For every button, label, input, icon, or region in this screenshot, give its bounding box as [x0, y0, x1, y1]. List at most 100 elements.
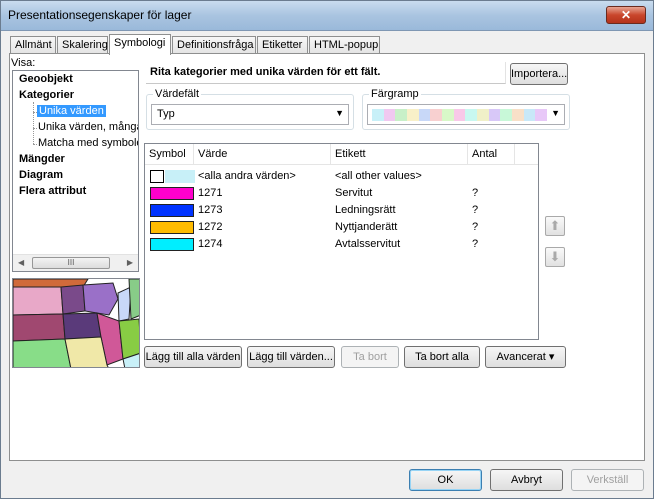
move-up-button[interactable]: ⬆	[545, 216, 565, 236]
symbol-swatch[interactable]	[150, 187, 194, 200]
remove-button[interactable]: Ta bort	[341, 346, 399, 368]
value-field-label: Värdefält	[153, 88, 202, 100]
cell-etikett: Servitut	[335, 187, 373, 199]
cell-varde: <alla andra värden>	[198, 170, 296, 182]
cell-varde: 1272	[198, 221, 223, 233]
table-row[interactable]: 1273 Ledningsrätt ?	[145, 203, 538, 220]
tab-definitionsfraga[interactable]: Definitionsfråga	[172, 36, 256, 54]
value-field-group: Värdefält Typ ▼	[146, 88, 354, 130]
remove-all-button[interactable]: Ta bort alla	[404, 346, 480, 368]
color-ramp-stop	[465, 109, 478, 121]
cell-etikett: Avtalsservitut	[335, 238, 401, 250]
color-ramp-stop	[500, 109, 513, 121]
color-ramp-group: Färgramp ▼	[362, 88, 570, 130]
column-header-varde[interactable]: Värde	[194, 144, 331, 165]
symbol-swatch[interactable]	[165, 170, 195, 183]
color-ramp-stop	[430, 109, 443, 121]
tree-connector	[33, 102, 34, 144]
cell-etikett: Ledningsrätt	[335, 204, 396, 216]
tree-item-geoobjekt[interactable]: Geoobjekt	[19, 73, 73, 85]
color-ramp-stop	[442, 109, 454, 121]
cell-antal: ?	[472, 238, 479, 250]
cell-etikett: <all other values>	[335, 170, 422, 182]
color-ramp-stop	[477, 109, 489, 121]
renderer-description: Rita kategorier med unika värden för ett…	[146, 62, 506, 84]
tree-item-mangder[interactable]: Mängder	[19, 153, 65, 165]
advanced-button[interactable]: Avancerat ▾	[485, 346, 566, 368]
values-table: Symbol Värde Etikett Antal <alla andra v…	[144, 143, 539, 340]
tree-item-diagram[interactable]: Diagram	[19, 169, 63, 181]
tree-connector	[33, 128, 37, 129]
color-ramp-swatch	[372, 109, 548, 121]
table-row[interactable]: 1274 Avtalsservitut ?	[145, 237, 538, 254]
column-header-etikett[interactable]: Etikett	[331, 144, 468, 165]
dropdown-arrow-icon: ▾	[548, 351, 555, 363]
color-ramp-select[interactable]: ▼	[367, 104, 565, 125]
color-ramp-stop	[395, 109, 408, 121]
table-header: Symbol Värde Etikett Antal	[145, 144, 538, 165]
move-down-button[interactable]: ⬇	[545, 247, 565, 267]
scroll-right-icon[interactable]: ▶	[127, 258, 133, 267]
table-row[interactable]: 1271 Servitut ?	[145, 186, 538, 203]
cell-etikett: Nyttjanderätt	[335, 221, 398, 233]
scroll-left-icon[interactable]: ◀	[18, 258, 24, 267]
color-ramp-stop	[418, 109, 431, 121]
close-button[interactable]: ✕	[606, 6, 646, 24]
chevron-down-icon: ▼	[551, 108, 560, 118]
tab-symbologi[interactable]: Symbologi	[109, 34, 171, 55]
cancel-button[interactable]: Avbryt	[490, 469, 563, 491]
tree-item-kategorier[interactable]: Kategorier	[19, 89, 74, 101]
map-preview-image	[12, 278, 140, 368]
symbol-swatch[interactable]	[150, 170, 164, 183]
close-icon: ✕	[620, 8, 632, 22]
color-ramp-stop	[383, 109, 396, 121]
chevron-down-icon: ▼	[335, 108, 344, 118]
tab-skalering[interactable]: Skalering	[57, 36, 108, 54]
cell-antal: ?	[472, 204, 479, 216]
dialog-window: Presentationsegenskaper för lager ✕ Allm…	[0, 0, 654, 499]
cell-varde: 1274	[198, 238, 223, 250]
symbol-swatch[interactable]	[150, 204, 194, 217]
value-field-select[interactable]: Typ ▼	[151, 104, 349, 125]
value-field-value: Typ	[157, 108, 175, 120]
table-row[interactable]: <alla andra värden> <all other values>	[145, 169, 538, 186]
tree-item-flera-attribut[interactable]: Flera attribut	[19, 185, 86, 197]
cell-varde: 1273	[198, 204, 223, 216]
tab-allmant[interactable]: Allmänt	[10, 36, 56, 54]
scroll-thumb[interactable]: III	[32, 257, 110, 269]
tree-item-unika-varden-manga[interactable]: Unika värden, många	[38, 121, 138, 133]
up-arrow-icon: ⬆	[549, 218, 561, 233]
title-bar: Presentationsegenskaper för lager ✕	[1, 1, 653, 31]
color-ramp-stop	[372, 109, 384, 121]
renderer-tree: Geoobjekt Kategorier Unika värden Unika …	[12, 70, 139, 272]
color-ramp-stop	[523, 109, 536, 121]
tab-html-popup[interactable]: HTML-popup	[309, 36, 380, 54]
tab-etiketter[interactable]: Etiketter	[257, 36, 308, 54]
tree-connector	[33, 144, 37, 145]
advanced-label: Avancerat	[496, 351, 546, 363]
cell-antal: ?	[472, 187, 479, 199]
column-header-symbol[interactable]: Symbol	[145, 144, 194, 165]
color-ramp-stop	[488, 109, 501, 121]
window-title: Presentationsegenskaper för lager	[8, 8, 192, 22]
add-values-button[interactable]: Lägg till värden...	[247, 346, 335, 368]
color-ramp-label: Färgramp	[369, 88, 421, 100]
column-header-antal[interactable]: Antal	[468, 144, 515, 165]
tree-horizontal-scrollbar[interactable]: ◀ III ▶	[13, 254, 138, 271]
ok-button[interactable]: OK	[409, 469, 482, 491]
color-ramp-stop	[453, 109, 466, 121]
import-button[interactable]: Importera...	[510, 63, 568, 85]
color-ramp-stop	[535, 109, 548, 121]
tree-item-matcha-med-symboler[interactable]: Matcha med symboler	[38, 137, 138, 149]
map-thumbnail	[13, 279, 139, 367]
symbol-swatch[interactable]	[150, 238, 194, 251]
color-ramp-stop	[512, 109, 524, 121]
apply-button[interactable]: Verkställ	[571, 469, 644, 491]
symbol-swatch[interactable]	[150, 221, 194, 234]
cell-varde: 1271	[198, 187, 223, 199]
visa-label: Visa:	[11, 57, 36, 69]
table-row[interactable]: 1272 Nyttjanderätt ?	[145, 220, 538, 237]
add-all-values-button[interactable]: Lägg till alla värden	[144, 346, 242, 368]
tree-item-unika-varden[interactable]: Unika värden	[37, 105, 106, 117]
cell-antal: ?	[472, 221, 479, 233]
